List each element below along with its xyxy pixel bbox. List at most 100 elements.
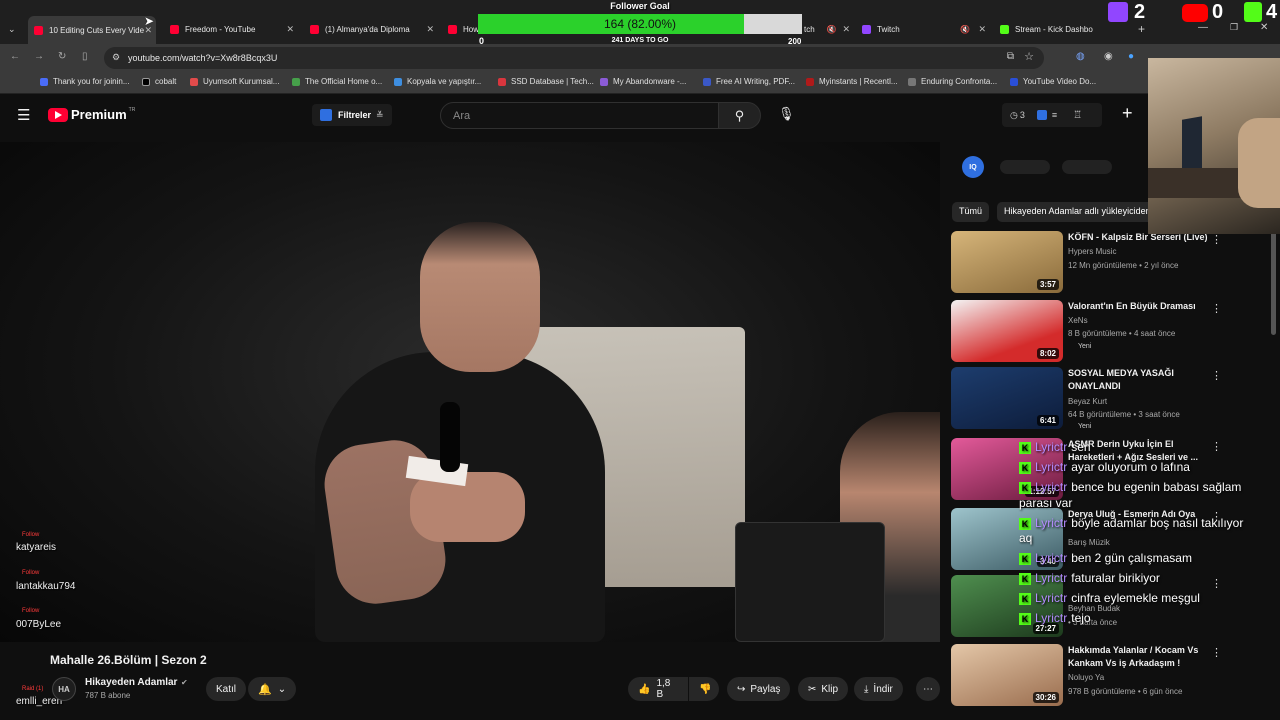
bookmark-item[interactable]: My Abandonware -... (600, 77, 686, 86)
chat-message: aq (1019, 531, 1033, 545)
tab-freedom[interactable]: Freedom - YouTube ✕ (170, 18, 298, 40)
video-thumbnail[interactable]: 3:57 (951, 231, 1063, 293)
follower-name: 007ByLee (16, 619, 62, 630)
mute-icon[interactable]: 🔇 (827, 25, 837, 34)
suggestion-channel[interactable]: Hypers Music (1068, 247, 1116, 256)
bookmark-item[interactable]: Kopyala ve yapıştır... (394, 77, 481, 86)
kick-icon (1000, 24, 1009, 34)
bookmark-item[interactable]: Free AI Writing, PDF... (703, 77, 795, 86)
iq-badge-icon[interactable]: IQ (962, 156, 984, 178)
suggestion-title[interactable]: SOSYAL MEDYA YASAĞI ONAYLANDI (1068, 367, 1208, 393)
mouse-cursor-icon: ➤ (144, 14, 155, 28)
reload-icon[interactable]: ↻ (58, 51, 66, 62)
more-icon[interactable]: ⋮ (1211, 369, 1222, 382)
more-icon[interactable]: ⋮ (1211, 646, 1222, 659)
bookmark-icon (806, 77, 814, 86)
bookmark-item[interactable]: cobalt (142, 77, 176, 86)
youtube-logo[interactable]: Premium TR (48, 107, 135, 122)
blurred-chip[interactable] (1062, 160, 1112, 174)
more-actions-button[interactable]: ⋯ (916, 677, 940, 701)
suggestion-channel[interactable]: Barış Müzik (1068, 538, 1110, 547)
extension-icon[interactable]: ◉ (1104, 51, 1113, 62)
chip-uploader[interactable]: Hikayeden Adamlar adlı yükleyiciden (997, 202, 1158, 222)
tab-label: How (463, 24, 478, 34)
suggestion-title[interactable]: Valorant'ın En Büyük Draması (1068, 300, 1208, 313)
more-icon[interactable]: ⋮ (1211, 577, 1222, 590)
menu-icon[interactable]: ☰ (17, 106, 30, 124)
suggestion-channel[interactable]: XeNs (1068, 316, 1088, 325)
chat-message: sen (1071, 440, 1091, 454)
more-icon[interactable]: ⋮ (1211, 233, 1222, 246)
create-button[interactable]: + (1122, 103, 1133, 124)
suggestion-title[interactable]: Hakkımda Yalanlar / Kocam Vs Kankam Vs i… (1068, 644, 1208, 670)
search-button[interactable]: ⚲ (718, 102, 761, 129)
tab-how[interactable]: How (448, 18, 478, 40)
tab-list-chevron-icon[interactable]: ⌄ (8, 24, 16, 35)
clip-button[interactable]: ✂ Klip (798, 677, 849, 701)
list-icon[interactable]: ≡ (1052, 110, 1057, 120)
like-button[interactable]: 👍 1,8 B (628, 677, 688, 701)
close-icon[interactable]: ✕ (286, 24, 294, 35)
suggestion-item[interactable]: 8:02 Valorant'ın En Büyük Draması XeNs 8… (951, 300, 1271, 364)
share-button[interactable]: ↪ Paylaş (727, 677, 791, 701)
clock-icon[interactable]: ◷ (1010, 110, 1018, 121)
bookmark-item[interactable]: Uyumsoft Kurumsal... (190, 77, 279, 86)
install-icon[interactable]: ⧉ (1007, 51, 1014, 62)
join-button[interactable]: Katıl (206, 677, 247, 701)
bookmark-star-icon[interactable]: ☆ (1024, 50, 1034, 63)
chat-line: K Lyrictr ayar oluyorum o lafına (1019, 460, 1190, 474)
download-button[interactable]: ⤓ İndir (854, 677, 903, 701)
subscribe-bell-button[interactable]: 🔔 ⌄ (248, 677, 297, 701)
extensions-icon[interactable]: ◍ (1076, 51, 1085, 62)
iq-icon[interactable] (1036, 110, 1047, 120)
filters-button[interactable]: Filtreler ≚ (312, 104, 392, 126)
sidebar-icon[interactable]: ▯ (82, 51, 88, 62)
bookmark-icon (908, 77, 916, 86)
more-icon[interactable]: ⋮ (1211, 440, 1222, 453)
trophy-icon[interactable]: ♖ (1073, 110, 1082, 121)
back-icon[interactable]: ← (10, 51, 20, 62)
suggestion-item[interactable]: 3:57 KÖFN - Kalpsiz Bir Serseri (Live) H… (951, 231, 1271, 295)
tab-almanya[interactable]: (1) Almanya'da Diploma ✕ (310, 18, 438, 40)
close-icon[interactable]: ✕ (426, 24, 434, 35)
tab-twitch-partial[interactable]: tch 🔇 ✕ (804, 18, 854, 40)
suggestion-channel[interactable]: Noluyo Ya (1068, 673, 1104, 682)
new-tab-button[interactable]: + (1138, 22, 1145, 36)
video-thumbnail[interactable]: 30:26 (951, 644, 1063, 706)
blurred-chip[interactable] (1000, 160, 1050, 174)
bookmark-item[interactable]: Enduring Confronta... (908, 77, 997, 86)
site-info-icon[interactable]: ⚙ (112, 52, 120, 63)
bookmark-item[interactable]: Thank you for joinin... (40, 77, 129, 86)
twitch-icon (862, 24, 871, 34)
suggestion-item[interactable]: 6:41 SOSYAL MEDYA YASAĞI ONAYLANDI Beyaz… (951, 367, 1271, 431)
bookmark-item[interactable]: Myinstants | Recentl... (806, 77, 898, 86)
suggestion-channel[interactable]: Beyaz Kurt (1068, 397, 1107, 406)
microphone-icon[interactable]: 🎙 (778, 106, 795, 122)
more-icon[interactable]: ⋮ (1211, 302, 1222, 315)
video-thumbnail[interactable]: 6:41 (951, 367, 1063, 429)
suggestion-item[interactable]: 30:26 Hakkımda Yalanlar / Kocam Vs Kanka… (951, 644, 1271, 708)
forward-icon[interactable]: → (34, 51, 44, 62)
mute-icon[interactable]: 🔇 (960, 25, 970, 34)
scrollbar[interactable] (1271, 230, 1276, 335)
channel-name[interactable]: Hikayeden Adamlar (85, 677, 177, 688)
close-icon[interactable]: ✕ (842, 24, 850, 35)
bookmark-item[interactable]: YouTube Video Do... (1010, 77, 1096, 86)
video-thumbnail[interactable]: 8:02 (951, 300, 1063, 362)
tab-twitch[interactable]: Twitch 🔇 ✕ (862, 18, 990, 40)
video-microphone (440, 402, 460, 472)
channel-avatar[interactable]: HA (52, 677, 76, 701)
bookmark-icon (394, 77, 402, 86)
chip-all[interactable]: Tümü (952, 202, 990, 222)
bookmark-item[interactable]: The Official Home o... (292, 77, 382, 86)
dislike-button[interactable]: 👎 (689, 677, 719, 701)
platform-counters: 2 0 4 (1106, 0, 1280, 24)
extension-icon[interactable]: ● (1128, 51, 1134, 62)
bell-icon: 🔔 (258, 683, 272, 696)
bookmark-item[interactable]: SSD Database | Tech... (498, 77, 594, 86)
search-input[interactable]: Ara (440, 102, 720, 129)
tab-active[interactable]: 10 Editing Cuts Every Vide ✕ (28, 16, 156, 44)
close-icon[interactable]: ✕ (978, 24, 986, 35)
video-player[interactable]: Follow katyareis Follow lantakkau794 Fol… (0, 142, 940, 642)
url-field[interactable]: ⚙ youtube.com/watch?v=Xw8r8Bcqx3U ⧉ ☆ (104, 47, 1044, 69)
